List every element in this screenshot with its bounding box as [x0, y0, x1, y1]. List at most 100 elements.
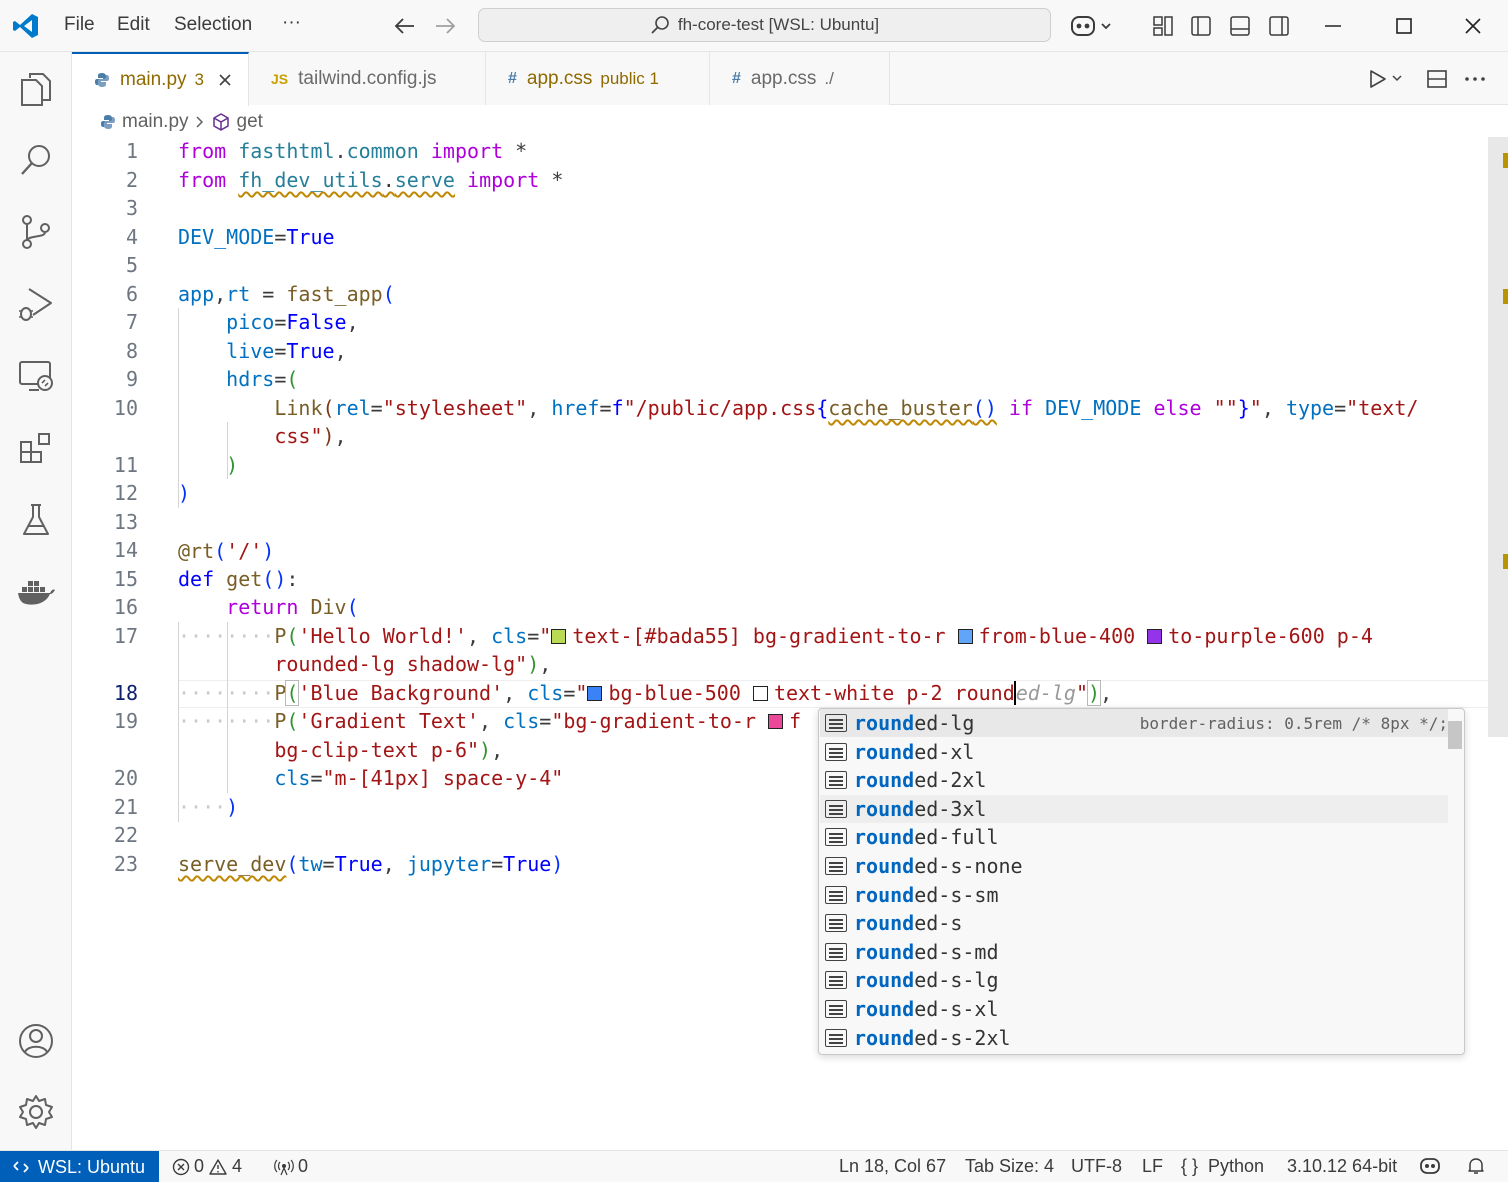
suggestion-item[interactable]: round ed-s-2xl — [820, 1024, 1448, 1052]
suggestion-item[interactable]: round ed-s-none — [820, 852, 1448, 880]
close-window-icon[interactable] — [1460, 14, 1486, 38]
editor-scrollbar[interactable] — [1488, 137, 1508, 737]
editor-tab-bar: main.py 3 JS tailwind.config.js # app.cs… — [72, 52, 1508, 106]
code-line: bg-clip-text p-6"), — [274, 738, 504, 762]
back-arrow-icon[interactable] — [392, 14, 418, 38]
copilot-icon — [1071, 16, 1111, 36]
language-mode-indicator[interactable]: { } Python — [1181, 1156, 1264, 1177]
toggle-primary-sidebar-icon[interactable] — [1188, 14, 1214, 38]
tab-label: app.css — [526, 67, 593, 89]
testing-flask-icon[interactable] — [14, 498, 58, 542]
eol-label: LF — [1142, 1156, 1164, 1176]
copilot-status-icon[interactable] — [1419, 1156, 1441, 1176]
menu-edit[interactable]: Edit — [117, 14, 150, 36]
explorer-icon[interactable] — [14, 67, 58, 111]
text-snippet-icon — [825, 971, 847, 989]
menu-more-button[interactable]: ··· — [282, 12, 301, 34]
docker-icon[interactable] — [14, 570, 58, 614]
suggestion-item[interactable]: round ed-s — [820, 909, 1448, 937]
code-line: Link(rel="stylesheet", href=f"/public/ap… — [274, 396, 1419, 420]
autocomplete-suggestions: round ed-lg border-radius: 0.5rem /* 8px *… — [818, 708, 1465, 1055]
line-number: 7 — [125, 310, 138, 334]
line-number: 22 — [113, 823, 138, 847]
suggestion-item[interactable]: round ed-full — [820, 823, 1448, 851]
tab-label: tailwind.config.js — [298, 67, 437, 89]
suggestion-match: round — [854, 940, 915, 964]
command-center-search[interactable]: fh-core-test [WSL: Ubuntu] — [478, 8, 1051, 42]
suggestion-item[interactable]: round ed-2xl — [820, 766, 1448, 794]
run-debug-icon[interactable] — [14, 282, 58, 326]
suggestion-label: ed-s-lg — [914, 968, 999, 992]
suggestion-item[interactable]: round ed-xl — [820, 738, 1448, 766]
line-number: 8 — [125, 339, 138, 363]
suggestion-item[interactable]: round ed-3xl — [820, 795, 1448, 823]
remote-explorer-icon[interactable] — [14, 354, 58, 398]
text-snippet-icon — [825, 800, 847, 818]
tab-label: app.css — [750, 67, 817, 89]
code-line: live=True, — [226, 339, 347, 363]
suggestion-label: ed-xl — [914, 740, 975, 764]
source-control-icon[interactable] — [14, 210, 58, 254]
forward-arrow-icon[interactable] — [432, 14, 458, 38]
eol-indicator[interactable]: LF — [1142, 1156, 1163, 1177]
accounts-icon[interactable] — [14, 1019, 58, 1063]
suggestion-match: round — [854, 768, 915, 792]
tab-tailwind-config[interactable]: JS tailwind.config.js — [249, 52, 486, 105]
toggle-secondary-sidebar-icon[interactable] — [1266, 14, 1292, 38]
text-snippet-icon — [825, 743, 847, 761]
minimize-window-icon[interactable] — [1320, 14, 1346, 38]
line-number: 12 — [113, 481, 138, 505]
extensions-icon[interactable] — [14, 427, 58, 471]
color-swatch — [957, 629, 973, 644]
suggestion-item[interactable]: round ed-s-md — [820, 938, 1448, 966]
menu-file[interactable]: File — [64, 14, 95, 36]
customize-layout-icon[interactable] — [1150, 14, 1176, 38]
text-snippet-icon — [825, 857, 847, 875]
inline-suggestion-ghost: ed-lg — [1015, 681, 1076, 705]
tab-label: main.py — [120, 69, 187, 90]
tab-size-indicator[interactable]: Tab Size: 4 — [965, 1156, 1054, 1177]
ports-count: 0 — [298, 1156, 309, 1176]
suggestion-item[interactable]: round ed-s-sm — [820, 881, 1448, 909]
tab-app-css-public[interactable]: # app.css public 1 — [486, 52, 710, 105]
breadcrumb-file[interactable]: main.py — [122, 111, 189, 133]
menu-selection[interactable]: Selection — [174, 14, 252, 36]
color-swatch — [587, 686, 603, 701]
ports-indicator[interactable]: 0 — [274, 1156, 308, 1177]
split-editor-icon[interactable] — [1424, 67, 1450, 91]
tab-main-py[interactable]: main.py 3 — [72, 52, 249, 106]
breadcrumb-symbol[interactable]: get — [237, 111, 263, 133]
copilot-menu-button[interactable] — [1068, 12, 1116, 40]
more-actions-icon[interactable] — [1462, 67, 1488, 91]
code-line: @rt('/') — [178, 539, 275, 563]
color-swatch — [752, 686, 768, 701]
remote-indicator[interactable]: WSL: Ubuntu — [0, 1151, 159, 1182]
settings-gear-icon[interactable] — [14, 1090, 58, 1134]
tab-size-label: Tab Size: 4 — [965, 1156, 1055, 1176]
suggestion-match: round — [854, 997, 915, 1021]
python-interpreter-indicator[interactable]: 3.10.12 64-bit — [1287, 1156, 1397, 1177]
suggestion-item[interactable]: round ed-lg border-radius: 0.5rem /* 8px *… — [820, 709, 1448, 737]
notifications-bell-icon[interactable] — [1466, 1156, 1486, 1176]
line-number: 23 — [113, 852, 138, 876]
line-number: 2 — [125, 168, 138, 192]
cursor-position[interactable]: Ln 18, Col 67 — [839, 1156, 946, 1177]
warning-count: 4 — [232, 1156, 243, 1176]
problems-indicator[interactable]: 0 4 — [172, 1156, 242, 1177]
code-line: DEV_MODE=True — [178, 225, 335, 249]
toggle-panel-icon[interactable] — [1227, 14, 1253, 38]
suggestion-label: ed-2xl — [914, 768, 987, 792]
search-icon[interactable] — [14, 138, 58, 182]
suggestion-item[interactable]: round ed-s-lg — [820, 966, 1448, 994]
code-line: app,rt = fast_app( — [178, 282, 395, 306]
line-number: 10 — [113, 396, 138, 420]
close-tab-icon[interactable] — [218, 73, 232, 87]
tab-app-css-root[interactable]: # app.css ./ — [710, 52, 890, 105]
interpreter-label: 3.10.12 64-bit — [1287, 1156, 1398, 1176]
suggest-scrollbar-thumb[interactable] — [1448, 721, 1462, 749]
encoding-indicator[interactable]: UTF-8 — [1071, 1156, 1122, 1177]
code-line-current: ········P('Blue Background', cls=" bg-blu… — [178, 680, 1113, 706]
maximize-window-icon[interactable] — [1391, 14, 1417, 38]
suggestion-item[interactable]: round ed-s-xl — [820, 995, 1448, 1023]
run-python-file-button[interactable] — [1362, 67, 1408, 91]
